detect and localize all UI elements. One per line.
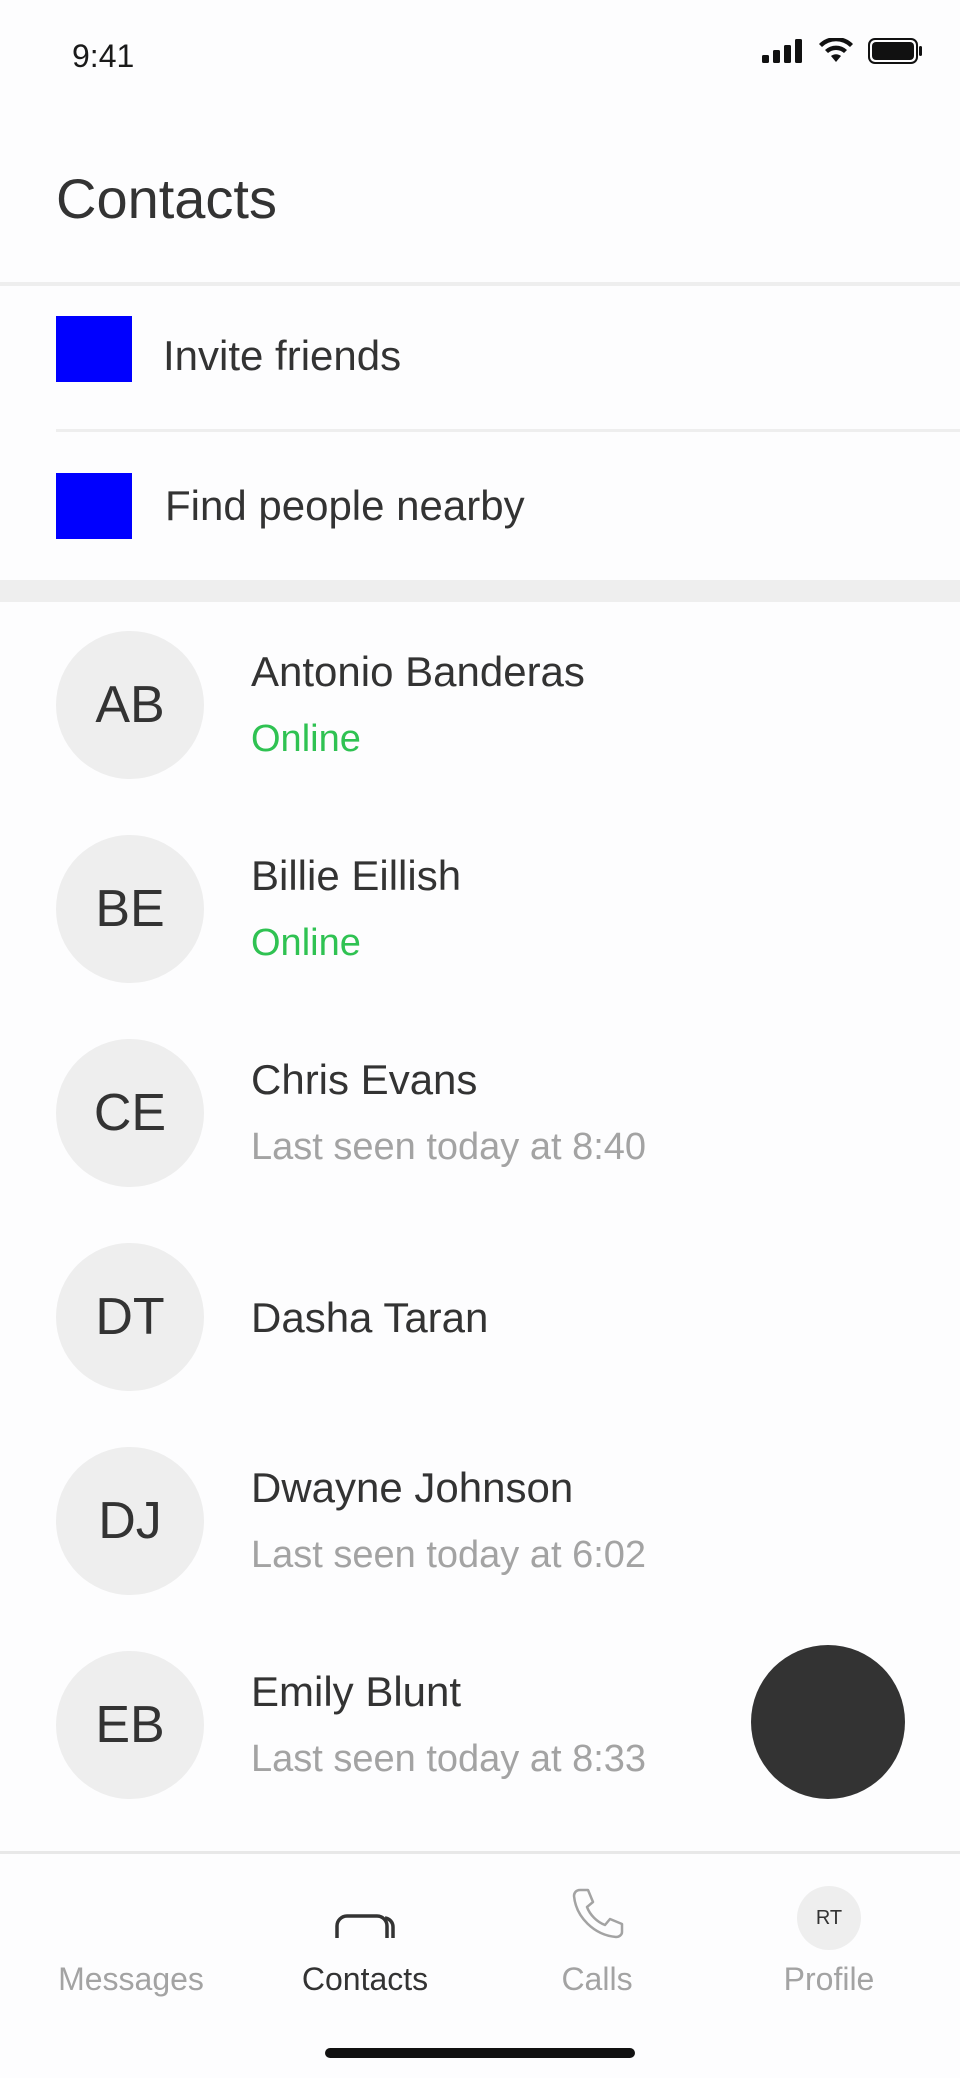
avatar: EB [56, 1651, 204, 1799]
contacts-icon [335, 1914, 395, 1938]
avatar: AB [56, 631, 204, 779]
phone-icon [572, 1888, 624, 1939]
contact-name: Dwayne Johnson [251, 1464, 574, 1511]
status-icons [762, 38, 924, 64]
nav-tab-contacts[interactable]: Contacts [250, 1856, 480, 2016]
nav-tab-calls[interactable]: Calls [482, 1856, 712, 2016]
invite-icon [56, 316, 132, 382]
contact-row[interactable]: CE Chris Evans Last seen today at 8:40 [0, 1010, 960, 1214]
find-nearby-label: Find people nearby [165, 482, 525, 529]
contact-name: Dasha Taran [251, 1294, 489, 1341]
new-contact-fab[interactable] [751, 1645, 905, 1799]
contact-name: Chris Evans [251, 1056, 478, 1103]
invite-friends-row[interactable]: Invite friends [0, 286, 960, 434]
contact-name: Emily Blunt [251, 1668, 462, 1715]
avatar: DT [56, 1243, 204, 1391]
contact-status: Last seen today at 8:40 [251, 1126, 647, 1168]
contact-row[interactable]: DJ Dwayne Johnson Last seen today at 6:0… [0, 1418, 960, 1622]
home-indicator [325, 2048, 635, 2058]
wifi-icon [819, 38, 853, 62]
status-time: 9:41 [72, 38, 135, 74]
nav-label-profile: Profile [783, 1961, 875, 1997]
nav-label-contacts: Contacts [301, 1961, 429, 1997]
invite-friends-label: Invite friends [163, 332, 402, 379]
nearby-icon [56, 473, 132, 539]
contact-status: Online [251, 718, 361, 760]
contact-status: Online [251, 922, 361, 964]
avatar: CE [56, 1039, 204, 1187]
nav-label-messages: Messages [58, 1961, 204, 1997]
contact-status: Last seen today at 6:02 [251, 1534, 647, 1576]
nav-tab-messages[interactable]: Messages [16, 1856, 246, 2016]
contact-row[interactable]: BE Billie Eillish Online [0, 806, 960, 1010]
signal-icon [762, 39, 802, 63]
contact-row[interactable]: DT Dasha Taran [0, 1214, 960, 1418]
page-title: Contacts [56, 167, 277, 230]
avatar: BE [56, 835, 204, 983]
find-nearby-row[interactable]: Find people nearby [0, 432, 960, 580]
nav-divider [0, 1851, 960, 1854]
section-separator [0, 580, 960, 602]
contact-name: Antonio Banderas [251, 648, 585, 695]
contact-name: Billie Eillish [251, 852, 462, 899]
profile-avatar: RT [797, 1886, 861, 1950]
contact-row[interactable]: AB Antonio Banderas Online [0, 602, 960, 806]
nav-tab-profile[interactable]: RT Profile [714, 1856, 944, 2016]
battery-icon [868, 38, 922, 64]
contact-status: Last seen today at 8:33 [251, 1738, 647, 1780]
avatar: DJ [56, 1447, 204, 1595]
nav-label-calls: Calls [561, 1961, 633, 1997]
